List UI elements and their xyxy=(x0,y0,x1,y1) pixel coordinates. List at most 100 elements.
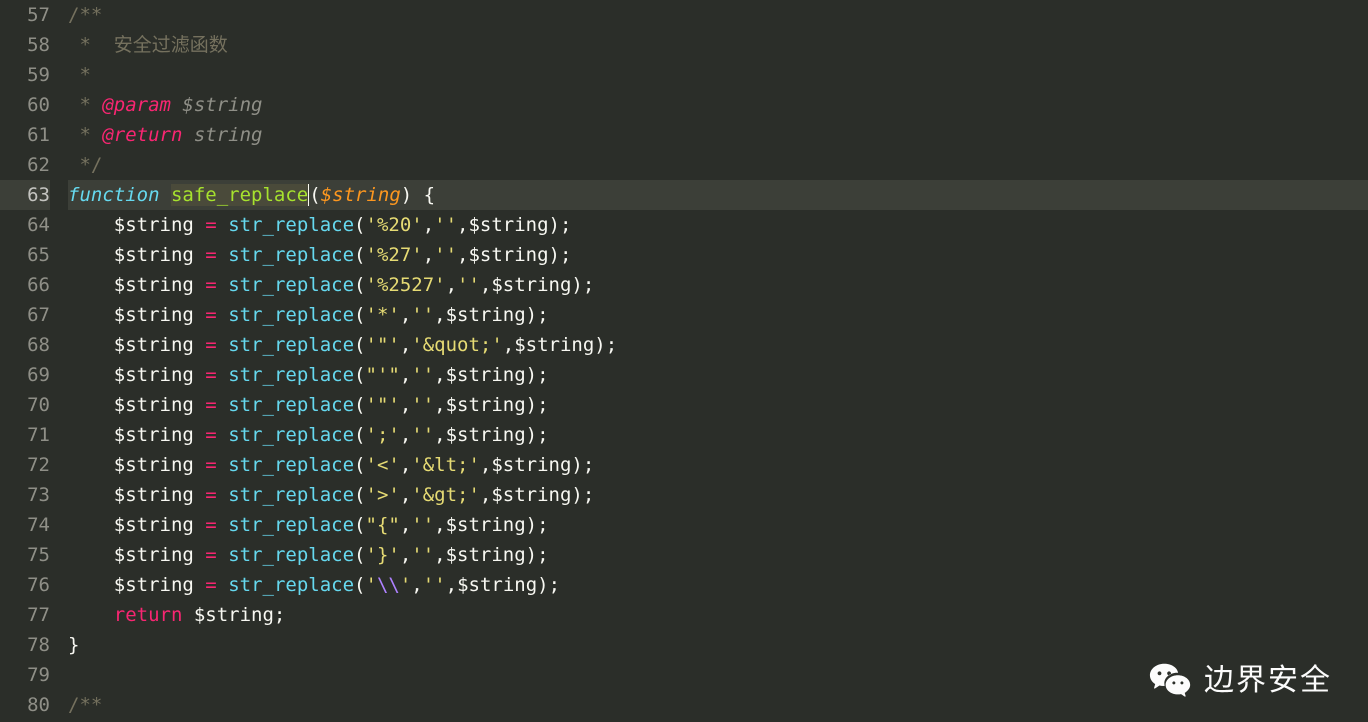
line-number-gutter: 5758596061626364656667686970717273747576… xyxy=(0,0,68,720)
code-line[interactable]: return $string; xyxy=(68,600,1368,630)
token-func-call: str_replace xyxy=(228,244,354,266)
token-c-comment: */ xyxy=(68,154,102,176)
token-var-norm: $string xyxy=(114,304,194,326)
line-number: 75 xyxy=(0,540,50,570)
token-punct xyxy=(217,454,228,476)
token-punct xyxy=(217,304,228,326)
line-number: 73 xyxy=(0,480,50,510)
token-punct: , xyxy=(446,274,457,296)
token-punct: ,$string); xyxy=(434,424,548,446)
token-punct: } xyxy=(68,634,79,656)
code-line[interactable]: $string = str_replace('*','',$string); xyxy=(68,300,1368,330)
token-func-call: str_replace xyxy=(228,394,354,416)
token-punct xyxy=(68,544,114,566)
token-punct: ,$string); xyxy=(434,544,548,566)
token-keyword: function xyxy=(68,184,160,206)
code-line[interactable]: * @return string xyxy=(68,120,1368,150)
code-line[interactable]: $string = str_replace('%2527','',$string… xyxy=(68,270,1368,300)
line-number: 79 xyxy=(0,660,50,690)
token-func-call: str_replace xyxy=(228,304,354,326)
token-string: '<' xyxy=(366,454,400,476)
token-var-norm: $string xyxy=(114,424,194,446)
code-line[interactable]: * xyxy=(68,60,1368,90)
code-line[interactable]: $string = str_replace('%20','',$string); xyxy=(68,210,1368,240)
token-func-call: str_replace xyxy=(228,274,354,296)
token-operator: = xyxy=(205,364,216,386)
code-line[interactable]: $string = str_replace('>','&gt;',$string… xyxy=(68,480,1368,510)
token-punct xyxy=(68,304,114,326)
code-line[interactable]: $string = str_replace('"','',$string); xyxy=(68,390,1368,420)
token-func-call: str_replace xyxy=(228,364,354,386)
code-line[interactable]: } xyxy=(68,630,1368,660)
token-string: '' xyxy=(411,394,434,416)
token-punct xyxy=(68,244,114,266)
line-number: 68 xyxy=(0,330,50,360)
token-var-norm: $string xyxy=(114,574,194,596)
token-func-call: str_replace xyxy=(228,424,354,446)
token-punct: ,$string); xyxy=(480,274,594,296)
token-punct: , xyxy=(400,484,411,506)
token-var-norm: $string xyxy=(114,274,194,296)
token-punct xyxy=(217,514,228,536)
token-punct xyxy=(68,604,114,626)
token-string: '' xyxy=(411,544,434,566)
token-func-call: str_replace xyxy=(228,214,354,236)
code-line[interactable]: * 安全过滤函数 xyxy=(68,30,1368,60)
token-punct xyxy=(217,364,228,386)
token-punct xyxy=(68,364,114,386)
code-line[interactable]: /** xyxy=(68,0,1368,30)
code-line[interactable]: $string = str_replace('"','&quot;',$stri… xyxy=(68,330,1368,360)
token-punct xyxy=(194,274,205,296)
token-var-norm: $string xyxy=(114,214,194,236)
wechat-icon xyxy=(1148,658,1194,704)
line-number: 57 xyxy=(0,0,50,30)
token-func-call: str_replace xyxy=(228,574,354,596)
code-line[interactable]: $string = str_replace("'",'',$string); xyxy=(68,360,1368,390)
token-punct xyxy=(194,394,205,416)
line-number: 58 xyxy=(0,30,50,60)
line-number: 72 xyxy=(0,450,50,480)
token-punct xyxy=(194,334,205,356)
token-punct xyxy=(194,544,205,566)
token-string: '' xyxy=(411,424,434,446)
token-c-comment xyxy=(182,124,193,146)
code-line[interactable]: */ xyxy=(68,150,1368,180)
line-number: 71 xyxy=(0,420,50,450)
token-punct: , xyxy=(400,394,411,416)
token-punct: , xyxy=(400,334,411,356)
token-c-comment: * xyxy=(68,64,91,86)
token-punct xyxy=(68,274,114,296)
token-string: '' xyxy=(423,574,446,596)
token-string: '' xyxy=(411,514,434,536)
token-string: '' xyxy=(457,274,480,296)
line-number: 74 xyxy=(0,510,50,540)
code-line[interactable]: $string = str_replace("{",'',$string); xyxy=(68,510,1368,540)
token-punct xyxy=(194,454,205,476)
code-line[interactable]: * @param $string xyxy=(68,90,1368,120)
code-line[interactable]: $string = str_replace(';','',$string); xyxy=(68,420,1368,450)
token-punct: , xyxy=(423,244,434,266)
token-punct xyxy=(194,364,205,386)
token-punct: ( xyxy=(354,424,365,446)
token-punct xyxy=(68,334,114,356)
code-line[interactable]: function safe_replace($string) { xyxy=(68,180,1368,210)
token-punct xyxy=(217,394,228,416)
code-line[interactable]: $string = str_replace('%27','',$string); xyxy=(68,240,1368,270)
code-line[interactable]: $string = str_replace('<','&lt;',$string… xyxy=(68,450,1368,480)
token-comment: 安全过滤函数 xyxy=(114,34,228,56)
token-return-kw: return xyxy=(114,604,183,626)
token-punct: ( xyxy=(354,574,365,596)
token-punct xyxy=(194,304,205,326)
token-string: '%2527' xyxy=(366,274,446,296)
code-editor[interactable]: 5758596061626364656667686970717273747576… xyxy=(0,0,1368,720)
line-number: 70 xyxy=(0,390,50,420)
token-var-norm: $string xyxy=(114,394,194,416)
code-line[interactable]: $string = str_replace('\\','',$string); xyxy=(68,570,1368,600)
line-number: 60 xyxy=(0,90,50,120)
line-number: 66 xyxy=(0,270,50,300)
code-content[interactable]: /** * 安全过滤函数 * * @param $string * @retur… xyxy=(68,0,1368,720)
token-punct: ,$string); xyxy=(434,514,548,536)
token-string: ';' xyxy=(366,424,400,446)
code-line[interactable]: $string = str_replace('}','',$string); xyxy=(68,540,1368,570)
token-string: '%20' xyxy=(366,214,423,236)
